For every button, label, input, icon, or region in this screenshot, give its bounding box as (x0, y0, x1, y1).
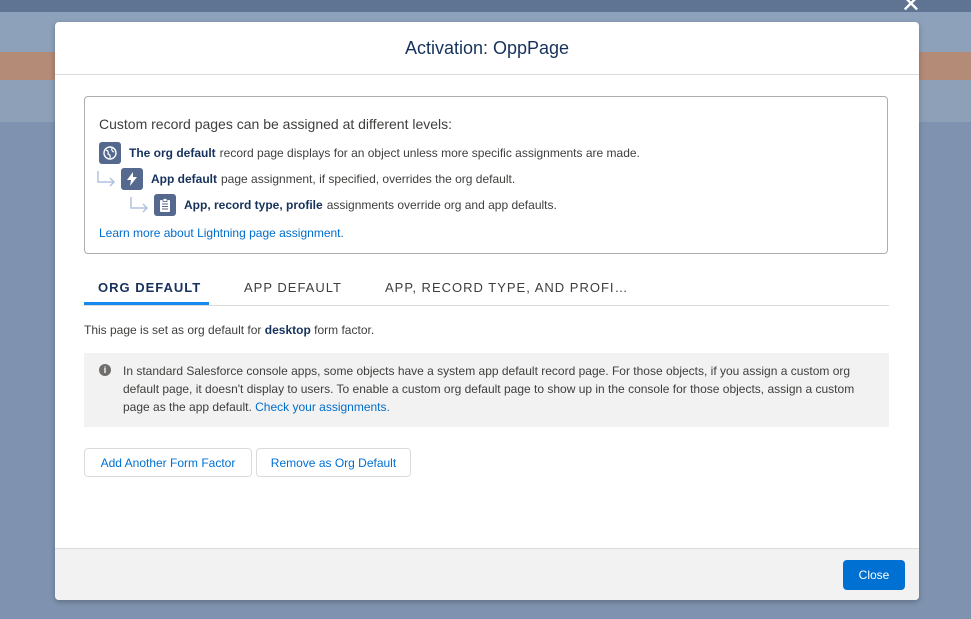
level-app-record-profile: App, record type, profile assignments ov… (128, 194, 557, 216)
modal-header: Activation: OppPage (55, 22, 919, 75)
assignment-levels-box: Custom record pages can be assigned at d… (84, 96, 888, 254)
level-org-default-bold: The org default (129, 146, 216, 160)
description-form-factor: desktop (264, 323, 311, 337)
assignment-levels-heading: Custom record pages can be assigned at d… (99, 116, 453, 132)
add-form-factor-button[interactable]: Add Another Form Factor (84, 448, 252, 477)
background-header (0, 0, 971, 12)
assignment-tabs: ORG DEFAULT APP DEFAULT APP, RECORD TYPE… (84, 272, 889, 306)
overlay-close-icon[interactable]: ✕ (901, 0, 921, 16)
level-org-default-text: record page displays for an object unles… (219, 146, 640, 160)
clipboard-icon (154, 194, 176, 216)
description-prefix: This page is set as org default for (84, 323, 262, 337)
activation-modal: Activation: OppPage Custom record pages … (55, 22, 919, 600)
level-org-default: The org default record page displays for… (99, 142, 640, 164)
tab-app-record-type-profile[interactable]: APP, RECORD TYPE, AND PROFI… (385, 272, 629, 303)
notice-body: In standard Salesforce console apps, som… (123, 364, 855, 414)
globe-icon (99, 142, 121, 164)
console-notice: i In standard Salesforce console apps, s… (84, 353, 889, 427)
lightning-icon (121, 168, 143, 190)
org-default-description: This page is set as org default for desk… (84, 323, 374, 337)
indent-arrow-icon (130, 197, 149, 213)
tab-org-default[interactable]: ORG DEFAULT (98, 272, 201, 303)
close-button[interactable]: Close (843, 560, 905, 590)
info-icon: i (99, 364, 111, 376)
tab-app-default[interactable]: APP DEFAULT (244, 272, 342, 303)
check-assignments-link[interactable]: Check your assignments. (255, 400, 390, 414)
level-app-default-bold: App default (151, 172, 217, 186)
remove-org-default-button[interactable]: Remove as Org Default (256, 448, 411, 477)
level-app-record-profile-bold: App, record type, profile (184, 198, 323, 212)
level-app-default: App default page assignment, if specifie… (95, 168, 515, 190)
modal-title: Activation: OppPage (404, 37, 570, 58)
indent-arrow-icon (97, 171, 116, 187)
modal-footer: Close (55, 548, 919, 600)
description-suffix: form factor. (314, 323, 375, 337)
learn-more-link[interactable]: Learn more about Lightning page assignme… (99, 226, 344, 240)
level-app-default-text: page assignment, if specified, overrides… (221, 172, 516, 186)
active-tab-indicator (84, 302, 209, 305)
notice-text: In standard Salesforce console apps, som… (123, 362, 873, 416)
level-app-record-profile-text: assignments override org and app default… (326, 198, 557, 212)
